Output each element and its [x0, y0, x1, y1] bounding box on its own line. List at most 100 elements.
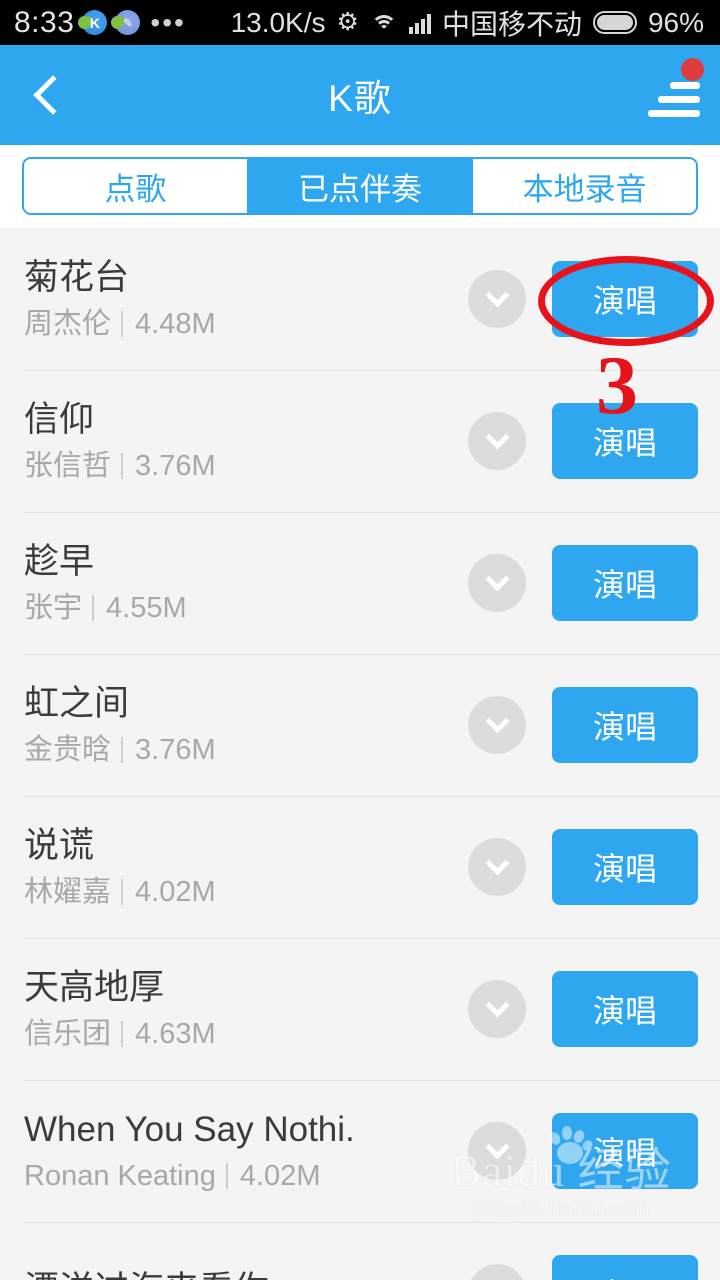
table-row[interactable]: 信仰 张信哲 3.76M 演唱	[0, 370, 720, 512]
tab-yi-dian-ban-zou[interactable]: 已点伴奏	[248, 159, 474, 213]
expand-button[interactable]	[468, 1264, 526, 1280]
wifi-icon	[370, 12, 398, 34]
song-info: 天高地厚 信乐团 4.63M	[24, 966, 468, 1052]
hamburger-menu-icon	[670, 82, 700, 89]
song-meta: Ronan Keating 4.02M	[24, 1158, 468, 1194]
table-row[interactable]: 漂洋过海来看你 演唱	[0, 1222, 720, 1280]
song-title: 漂洋过海来看你	[24, 1268, 468, 1280]
sing-button[interactable]: 演唱	[552, 403, 698, 479]
bluetooth-icon: ⚙	[336, 8, 359, 36]
sing-button[interactable]: 演唱	[552, 545, 698, 621]
table-row[interactable]: 趁早 张宇 4.55M 演唱	[0, 512, 720, 654]
song-meta: 张宇 4.55M	[24, 590, 468, 626]
song-artist: 信乐团	[24, 1018, 112, 1050]
song-size: 4.02M	[135, 876, 216, 908]
chevron-down-icon	[484, 566, 510, 591]
song-meta: 信乐团 4.63M	[24, 1016, 468, 1052]
song-title: 说谎	[24, 826, 95, 865]
hamburger-menu-button[interactable]	[638, 58, 704, 126]
song-meta: 周杰伦 4.48M	[24, 306, 468, 342]
network-speed-label: 13.0K/s	[230, 6, 326, 38]
song-info: 菊花台 周杰伦 4.48M	[24, 256, 468, 342]
sing-button[interactable]: 演唱	[552, 261, 698, 337]
chevron-left-icon	[32, 75, 73, 115]
battery-icon	[592, 11, 637, 34]
song-artist: 张信哲	[24, 450, 112, 482]
notification-app-icon-k: K	[82, 10, 108, 35]
sing-button[interactable]: 演唱	[552, 687, 698, 763]
expand-button[interactable]	[468, 270, 526, 328]
meta-separator	[121, 1021, 124, 1047]
song-title: 天高地厚	[24, 968, 165, 1007]
song-meta: 金贵晗 3.76M	[24, 732, 468, 768]
table-row[interactable]: When You Say Nothi. Ronan Keating 4.02M …	[0, 1080, 720, 1222]
tab-bar-container: 点歌 已点伴奏 本地录音	[0, 145, 720, 228]
notification-app-icon-p: ✎	[115, 10, 141, 35]
chevron-down-icon	[484, 708, 510, 733]
song-size: 4.02M	[239, 1160, 321, 1192]
song-size: 3.76M	[135, 450, 216, 482]
table-row[interactable]: 说谎 林嬥嘉 4.02M 演唱	[0, 796, 720, 938]
tab-bar: 点歌 已点伴奏 本地录音	[22, 157, 698, 215]
expand-button[interactable]	[468, 980, 526, 1038]
expand-button[interactable]	[468, 696, 526, 754]
song-info: 趁早 张宇 4.55M	[24, 540, 468, 626]
expand-button[interactable]	[468, 838, 526, 896]
notification-overflow-icon: •••	[150, 6, 186, 38]
expand-button[interactable]	[468, 1122, 526, 1180]
song-title: When You Say Nothi.	[24, 1110, 355, 1149]
song-info: 漂洋过海来看你	[24, 1268, 468, 1280]
sing-button[interactable]: 演唱	[552, 1113, 698, 1189]
song-meta: 张信哲 3.76M	[24, 448, 468, 484]
song-info: 虹之间 金贵晗 3.76M	[24, 682, 468, 768]
meta-separator	[92, 595, 95, 621]
status-bar-right: 13.0K/s ⚙ 中国移不动 96%	[186, 3, 706, 43]
table-row[interactable]: 菊花台 周杰伦 4.48M 演唱	[0, 228, 720, 370]
carrier-label: 中国移不动	[441, 8, 582, 40]
meta-separator	[225, 1163, 228, 1189]
table-row[interactable]: 虹之间 金贵晗 3.76M 演唱	[0, 654, 720, 796]
song-size: 4.63M	[135, 1018, 216, 1050]
expand-button[interactable]	[468, 412, 526, 470]
song-artist: 林嬥嘉	[24, 876, 112, 908]
signal-icon	[408, 12, 431, 34]
back-button[interactable]	[0, 45, 96, 145]
song-title: 菊花台	[24, 258, 130, 297]
status-bar-left: 8:33 K ✎ •••	[14, 6, 186, 40]
sing-button[interactable]: 演唱	[552, 829, 698, 905]
song-size: 4.55M	[106, 592, 187, 624]
status-bar: 8:33 K ✎ ••• 13.0K/s ⚙ 中国移不动 96%	[0, 0, 720, 45]
song-info: When You Say Nothi. Ronan Keating 4.02M	[24, 1108, 468, 1194]
battery-percent-label: 96%	[647, 6, 704, 38]
sing-button[interactable]: 演唱	[552, 1255, 698, 1280]
song-info: 说谎 林嬥嘉 4.02M	[24, 824, 468, 910]
song-artist: 周杰伦	[24, 308, 112, 340]
chevron-down-icon	[484, 424, 510, 449]
app-header: K歌	[0, 45, 720, 145]
chevron-down-icon	[484, 992, 510, 1017]
song-artist: 张宇	[24, 592, 83, 624]
song-size: 3.76M	[135, 734, 216, 766]
sing-button[interactable]: 演唱	[552, 971, 698, 1047]
tab-dian-ge[interactable]: 点歌	[24, 159, 249, 213]
song-artist: Ronan Keating	[24, 1160, 216, 1192]
expand-button[interactable]	[468, 554, 526, 612]
chevron-down-icon	[484, 1134, 510, 1159]
song-title: 虹之间	[24, 684, 130, 723]
meta-separator	[121, 453, 124, 479]
tab-ben-di-lu-yin[interactable]: 本地录音	[473, 159, 696, 213]
song-artist: 金贵晗	[24, 734, 112, 766]
song-list[interactable]: 菊花台 周杰伦 4.48M 演唱 信仰 张信哲 3.76M 演唱 趁早 张宇 4…	[0, 228, 720, 1280]
song-info: 信仰 张信哲 3.76M	[24, 398, 468, 484]
song-size: 4.48M	[135, 308, 216, 340]
meta-separator	[121, 737, 124, 763]
chevron-down-icon	[484, 850, 510, 875]
app-screen: 8:33 K ✎ ••• 13.0K/s ⚙ 中国移不动 96% K歌 点歌 已…	[0, 0, 720, 1280]
table-row[interactable]: 天高地厚 信乐团 4.63M 演唱	[0, 938, 720, 1080]
chevron-down-icon	[484, 282, 510, 307]
menu-notification-badge	[681, 58, 704, 81]
song-title: 信仰	[24, 400, 95, 439]
song-title: 趁早	[24, 542, 95, 581]
meta-separator	[121, 879, 124, 905]
page-title: K歌	[328, 78, 392, 119]
